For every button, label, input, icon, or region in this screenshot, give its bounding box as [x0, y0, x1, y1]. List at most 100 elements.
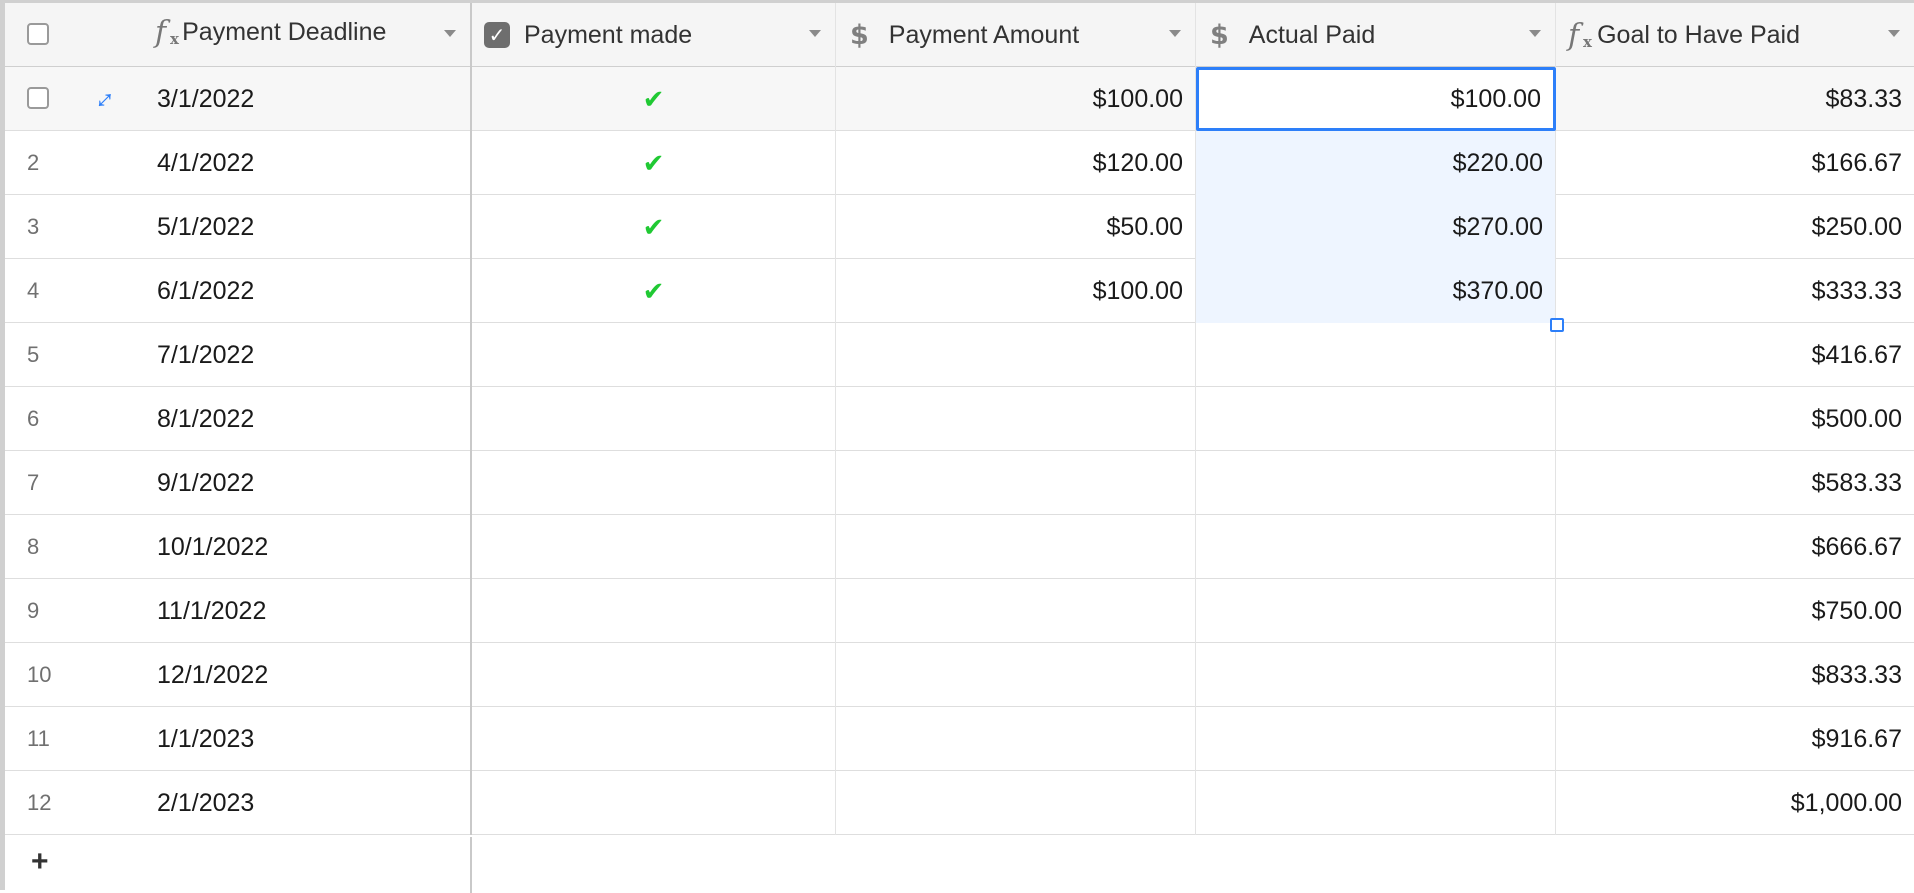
table-row[interactable]: ↕ 3/1/2022 ✔ $100.00 $100.00 $83.33	[5, 67, 1914, 131]
cell-payment-deadline[interactable]: 3 5/1/2022	[5, 195, 472, 259]
cell-payment-deadline[interactable]: 12 2/1/2023	[5, 771, 472, 835]
cell-payment-made[interactable]	[472, 515, 836, 579]
table-row[interactable]: 6 8/1/2022 $500.00	[5, 387, 1914, 451]
table-row[interactable]: 5 7/1/2022 $416.67	[5, 323, 1914, 387]
cell-actual-paid[interactable]	[1196, 643, 1556, 707]
cell-actual-paid[interactable]	[1196, 323, 1556, 387]
column-header-actual-paid[interactable]: $ Actual Paid	[1196, 3, 1556, 67]
cell-payment-made[interactable]: ✔	[472, 259, 836, 323]
cell-payment-made[interactable]: ✔	[472, 195, 836, 259]
cell-goal-to-have-paid[interactable]: $583.33	[1556, 451, 1914, 515]
table-row[interactable]: 3 5/1/2022 ✔ $50.00 $270.00 $250.00	[5, 195, 1914, 259]
cell-actual-paid[interactable]	[1196, 707, 1556, 771]
cell-payment-amount[interactable]	[836, 579, 1196, 643]
cell-payment-deadline[interactable]: 6 8/1/2022	[5, 387, 472, 451]
cell-payment-deadline[interactable]: 10 12/1/2022	[5, 643, 472, 707]
chevron-down-icon[interactable]	[1169, 30, 1181, 37]
select-all-checkbox[interactable]	[27, 23, 49, 45]
cell-goal-to-have-paid[interactable]: $666.67	[1556, 515, 1914, 579]
chevron-down-icon[interactable]	[1888, 30, 1900, 37]
cell-payment-made[interactable]	[472, 579, 836, 643]
cell-payment-amount[interactable]	[836, 387, 1196, 451]
cell-payment-amount[interactable]: $120.00	[836, 131, 1196, 195]
goal-value: $666.67	[1811, 532, 1902, 561]
cell-payment-amount[interactable]: $100.00	[836, 67, 1196, 131]
table-row[interactable]: 7 9/1/2022 $583.33	[5, 451, 1914, 515]
cell-actual-paid[interactable]: $220.00	[1196, 131, 1556, 195]
fill-handle[interactable]	[1550, 318, 1564, 332]
cell-payment-amount[interactable]: $50.00	[836, 195, 1196, 259]
add-record-button[interactable]: +	[31, 845, 49, 879]
table-row[interactable]: 2 4/1/2022 ✔ $120.00 $220.00 $166.67	[5, 131, 1914, 195]
check-icon[interactable]: ✔	[643, 276, 665, 307]
cell-payment-deadline[interactable]: 9 11/1/2022	[5, 579, 472, 643]
cell-payment-made[interactable]	[472, 771, 836, 835]
cell-payment-made[interactable]: ✔	[472, 67, 836, 131]
check-icon[interactable]: ✔	[643, 212, 665, 243]
table-row[interactable]: 11 1/1/2023 $916.67	[5, 707, 1914, 771]
cell-payment-deadline[interactable]: ↕ 3/1/2022	[5, 67, 472, 131]
row-select-checkbox[interactable]	[27, 87, 49, 109]
cell-payment-made[interactable]	[472, 707, 836, 771]
chevron-down-icon[interactable]	[809, 30, 821, 37]
cell-actual-paid[interactable]	[1196, 771, 1556, 835]
cell-actual-paid[interactable]	[1196, 387, 1556, 451]
table-footer: +	[5, 837, 472, 893]
column-header-payment-amount[interactable]: $ Payment Amount	[836, 3, 1196, 67]
goal-value: $833.33	[1811, 660, 1902, 689]
row-number: 10	[27, 662, 52, 687]
cell-actual-paid[interactable]	[1196, 451, 1556, 515]
cell-goal-to-have-paid[interactable]: $500.00	[1556, 387, 1914, 451]
cell-payment-deadline[interactable]: 4 6/1/2022	[5, 259, 472, 323]
column-header-payment-made[interactable]: ✓ Payment made	[472, 3, 836, 67]
cell-payment-made[interactable]	[472, 451, 836, 515]
cell-payment-deadline[interactable]: 5 7/1/2022	[5, 323, 472, 387]
cell-payment-deadline[interactable]: 2 4/1/2022	[5, 131, 472, 195]
cell-goal-to-have-paid[interactable]: $416.67	[1556, 323, 1914, 387]
column-header-deadline[interactable]: fx Payment Deadline	[5, 3, 472, 67]
cell-goal-to-have-paid[interactable]: $833.33	[1556, 643, 1914, 707]
cell-payment-deadline[interactable]: 8 10/1/2022	[5, 515, 472, 579]
cell-payment-amount[interactable]	[836, 451, 1196, 515]
table-row[interactable]: 9 11/1/2022 $750.00	[5, 579, 1914, 643]
chevron-down-icon[interactable]	[1529, 30, 1541, 37]
cell-actual-paid[interactable]: $370.00	[1196, 259, 1556, 323]
table-row[interactable]: 4 6/1/2022 ✔ $100.00 $370.00 $333.33	[5, 259, 1914, 323]
table-row[interactable]: 10 12/1/2022 $833.33	[5, 643, 1914, 707]
cell-goal-to-have-paid[interactable]: $250.00	[1556, 195, 1914, 259]
cell-actual-paid[interactable]: $270.00	[1196, 195, 1556, 259]
formula-icon: fx	[1568, 17, 1592, 53]
cell-payment-amount[interactable]	[836, 515, 1196, 579]
cell-goal-to-have-paid[interactable]: $1,000.00	[1556, 771, 1914, 835]
cell-goal-to-have-paid[interactable]: $333.33	[1556, 259, 1914, 323]
cell-payment-made[interactable]	[472, 643, 836, 707]
cell-actual-paid[interactable]	[1196, 579, 1556, 643]
cell-payment-made[interactable]	[472, 323, 836, 387]
cell-actual-paid[interactable]	[1196, 515, 1556, 579]
cell-payment-made[interactable]: ✔	[472, 131, 836, 195]
cell-payment-amount[interactable]: $100.00	[836, 259, 1196, 323]
check-icon[interactable]: ✔	[643, 84, 665, 115]
cell-goal-to-have-paid[interactable]: $166.67	[1556, 131, 1914, 195]
cell-goal-to-have-paid[interactable]: $916.67	[1556, 707, 1914, 771]
cell-goal-to-have-paid[interactable]: $750.00	[1556, 579, 1914, 643]
cell-payment-amount[interactable]	[836, 643, 1196, 707]
table-row[interactable]: 8 10/1/2022 $666.67	[5, 515, 1914, 579]
chevron-down-icon[interactable]	[444, 30, 456, 37]
cell-payment-deadline[interactable]: 11 1/1/2023	[5, 707, 472, 771]
goal-value: $416.67	[1811, 340, 1902, 369]
active-cell-actual-paid[interactable]: $100.00	[1196, 67, 1556, 131]
check-icon[interactable]: ✔	[643, 148, 665, 179]
cell-payment-amount[interactable]	[836, 323, 1196, 387]
goal-value: $750.00	[1811, 596, 1902, 625]
cell-payment-deadline[interactable]: 7 9/1/2022	[5, 451, 472, 515]
column-header-row: fx Payment Deadline ✓ Payment made $ Pay…	[5, 3, 1914, 67]
cell-payment-amount[interactable]	[836, 707, 1196, 771]
table-row[interactable]: 12 2/1/2023 $1,000.00	[5, 771, 1914, 835]
deadline-value: 10/1/2022	[157, 532, 269, 561]
cell-payment-amount[interactable]	[836, 771, 1196, 835]
column-header-goal-to-have-paid[interactable]: fx Goal to Have Paid	[1556, 3, 1914, 67]
cell-goal-to-have-paid[interactable]: $83.33	[1556, 67, 1914, 131]
expand-record-icon[interactable]: ↕	[90, 83, 122, 116]
cell-payment-made[interactable]	[472, 387, 836, 451]
